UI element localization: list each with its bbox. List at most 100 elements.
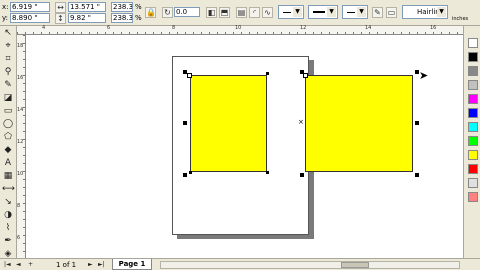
ruler-h-label: 16	[430, 25, 437, 31]
crop-tool-icon[interactable]: ⌗	[2, 54, 14, 65]
mirror-vertical-icon[interactable]: ⬒	[219, 7, 230, 18]
outline-width-dropdown[interactable]: Hairline ▼	[402, 5, 448, 19]
page-count: 1 of 1	[56, 261, 77, 269]
ellipse-tool-icon[interactable]: ◯	[2, 119, 14, 130]
outline-tool-icon[interactable]: ✒	[2, 236, 14, 247]
width-field[interactable]: 13.571 "	[68, 2, 106, 12]
scale-y-field[interactable]: 238.3	[111, 13, 133, 23]
lock-ratio-icon[interactable]: 🔒	[145, 7, 156, 18]
selection-handle[interactable]	[415, 173, 419, 177]
center-mark-icon[interactable]: ×	[298, 119, 304, 126]
horizontal-ruler[interactable]: 4 6 8 10 12 14 16	[17, 25, 463, 35]
vertical-ruler[interactable]: 18 16 14 12 10 8 6	[17, 35, 26, 258]
ruler-h-label: 4	[42, 25, 46, 31]
last-page-button[interactable]: ►|	[98, 261, 105, 269]
ruler-h-label: 12	[300, 25, 307, 31]
y-position-field[interactable]: 8.890 "	[10, 13, 50, 23]
horizontal-scrollbar[interactable]	[160, 261, 460, 269]
end-arrowhead-dropdown[interactable]: ▼	[342, 5, 368, 19]
property-bar: x: 6.919 " y: 8.890 " ↔ 13.571 " ↕ 9.82 …	[0, 0, 480, 26]
color-palette	[463, 26, 480, 258]
palette-swatch[interactable]	[468, 38, 478, 48]
zoom-tool-icon[interactable]: ⚲	[2, 67, 14, 78]
selection-handle[interactable]	[300, 173, 304, 177]
palette-swatch[interactable]	[468, 192, 478, 202]
palette-swatch[interactable]	[468, 164, 478, 174]
palette-swatch[interactable]	[468, 122, 478, 132]
line-style-dropdown[interactable]: ▼	[308, 5, 338, 19]
ruler-v-label: 14	[17, 107, 24, 113]
shape-tool-icon[interactable]: ⌖	[2, 41, 14, 52]
node-handle[interactable]	[303, 73, 308, 78]
ruler-v-label: 10	[17, 171, 24, 177]
node-handle[interactable]	[187, 73, 192, 78]
palette-swatch[interactable]	[468, 66, 478, 76]
pick-tool-icon[interactable]: ↖	[2, 28, 14, 39]
palette-swatch[interactable]	[468, 178, 478, 188]
width-icon: ↔	[55, 2, 66, 13]
ruler-h-label: 14	[365, 25, 372, 31]
basic-shapes-tool-icon[interactable]: ◆	[2, 145, 14, 156]
mirror-horizontal-icon[interactable]: ◧	[206, 7, 217, 18]
first-page-button[interactable]: |◄	[4, 261, 11, 269]
outline-color-icon[interactable]: ▭	[386, 7, 397, 18]
blend-tool-icon[interactable]: ◑	[2, 210, 14, 221]
next-page-button[interactable]: ►	[88, 261, 93, 269]
page-tab[interactable]: Page 1	[112, 259, 152, 270]
rotation-icon: ↻	[162, 7, 173, 18]
page-navigator: |◄ ◄ + 1 of 1 ► ►| Page 1	[0, 258, 480, 270]
table-tool-icon[interactable]: ▦	[2, 171, 14, 182]
eyedropper-tool-icon[interactable]: ⌇	[2, 223, 14, 234]
scale-x-field[interactable]: 238.3	[111, 2, 133, 12]
rectangle-tool-icon[interactable]: ▭	[2, 106, 14, 117]
outline-pen-icon[interactable]: ✎	[372, 7, 383, 18]
height-field[interactable]: 9.82 "	[68, 13, 106, 23]
scale-x-unit: %	[135, 3, 142, 11]
prev-page-button[interactable]: ◄	[16, 261, 21, 269]
mouse-cursor-icon: ➤	[419, 69, 429, 82]
ruler-v-label: 8	[17, 203, 21, 209]
ruler-h-label: 10	[235, 25, 242, 31]
scrollbar-thumb[interactable]	[341, 262, 369, 268]
node-handle[interactable]	[189, 171, 192, 174]
palette-swatch[interactable]	[468, 80, 478, 90]
ruler-h-label: 8	[172, 25, 176, 31]
text-tool-icon[interactable]: A	[2, 158, 14, 169]
palette-swatch[interactable]	[468, 150, 478, 160]
drawing-canvas[interactable]: × ➤	[26, 35, 463, 258]
freehand-tool-icon[interactable]: ✎	[2, 80, 14, 91]
units-label: inches	[452, 16, 469, 22]
scale-y-unit: %	[135, 14, 142, 22]
wrap-text-icon[interactable]: ▤	[236, 7, 247, 18]
palette-swatch[interactable]	[468, 108, 478, 118]
ruler-v-label: 6	[17, 235, 21, 241]
x-position-field[interactable]: 6.919 "	[10, 2, 50, 12]
selection-handle[interactable]	[183, 121, 187, 125]
rotation-field[interactable]: 0.0	[174, 7, 200, 17]
toolbox: ↖ ⌖ ⌗ ⚲ ✎ ◪ ▭ ◯ ⬠ ◆ A ▦ ⟷ ↘ ◑ ⌇ ✒ ◈	[0, 26, 17, 259]
palette-swatch[interactable]	[468, 136, 478, 146]
connector-tool-icon[interactable]: ↘	[2, 197, 14, 208]
dimension-tool-icon[interactable]: ⟷	[2, 184, 15, 195]
ruler-v-label: 16	[17, 75, 24, 81]
x-label: x:	[2, 3, 9, 11]
corner-round-icon[interactable]: ◜	[249, 7, 260, 18]
selection-handle[interactable]	[415, 121, 419, 125]
polygon-tool-icon[interactable]: ⬠	[2, 132, 14, 143]
node-handle[interactable]	[266, 72, 269, 75]
convert-curves-icon[interactable]: ∿	[262, 7, 273, 18]
yellow-rectangle-right[interactable]	[305, 75, 413, 172]
smart-fill-tool-icon[interactable]: ◪	[2, 93, 14, 104]
ruler-h-label: 6	[107, 25, 111, 31]
palette-swatch[interactable]	[468, 94, 478, 104]
node-handle[interactable]	[266, 171, 269, 174]
palette-swatch[interactable]	[468, 52, 478, 62]
add-page-button[interactable]: +	[28, 261, 33, 269]
start-arrowhead-dropdown[interactable]: ▼	[278, 5, 304, 19]
yellow-rectangle-left[interactable]	[190, 75, 267, 172]
selection-handle[interactable]	[183, 173, 187, 177]
ruler-v-label: 18	[17, 43, 24, 49]
y-label: y:	[2, 14, 8, 22]
height-icon: ↕	[55, 13, 66, 24]
ruler-v-label: 12	[17, 139, 24, 145]
